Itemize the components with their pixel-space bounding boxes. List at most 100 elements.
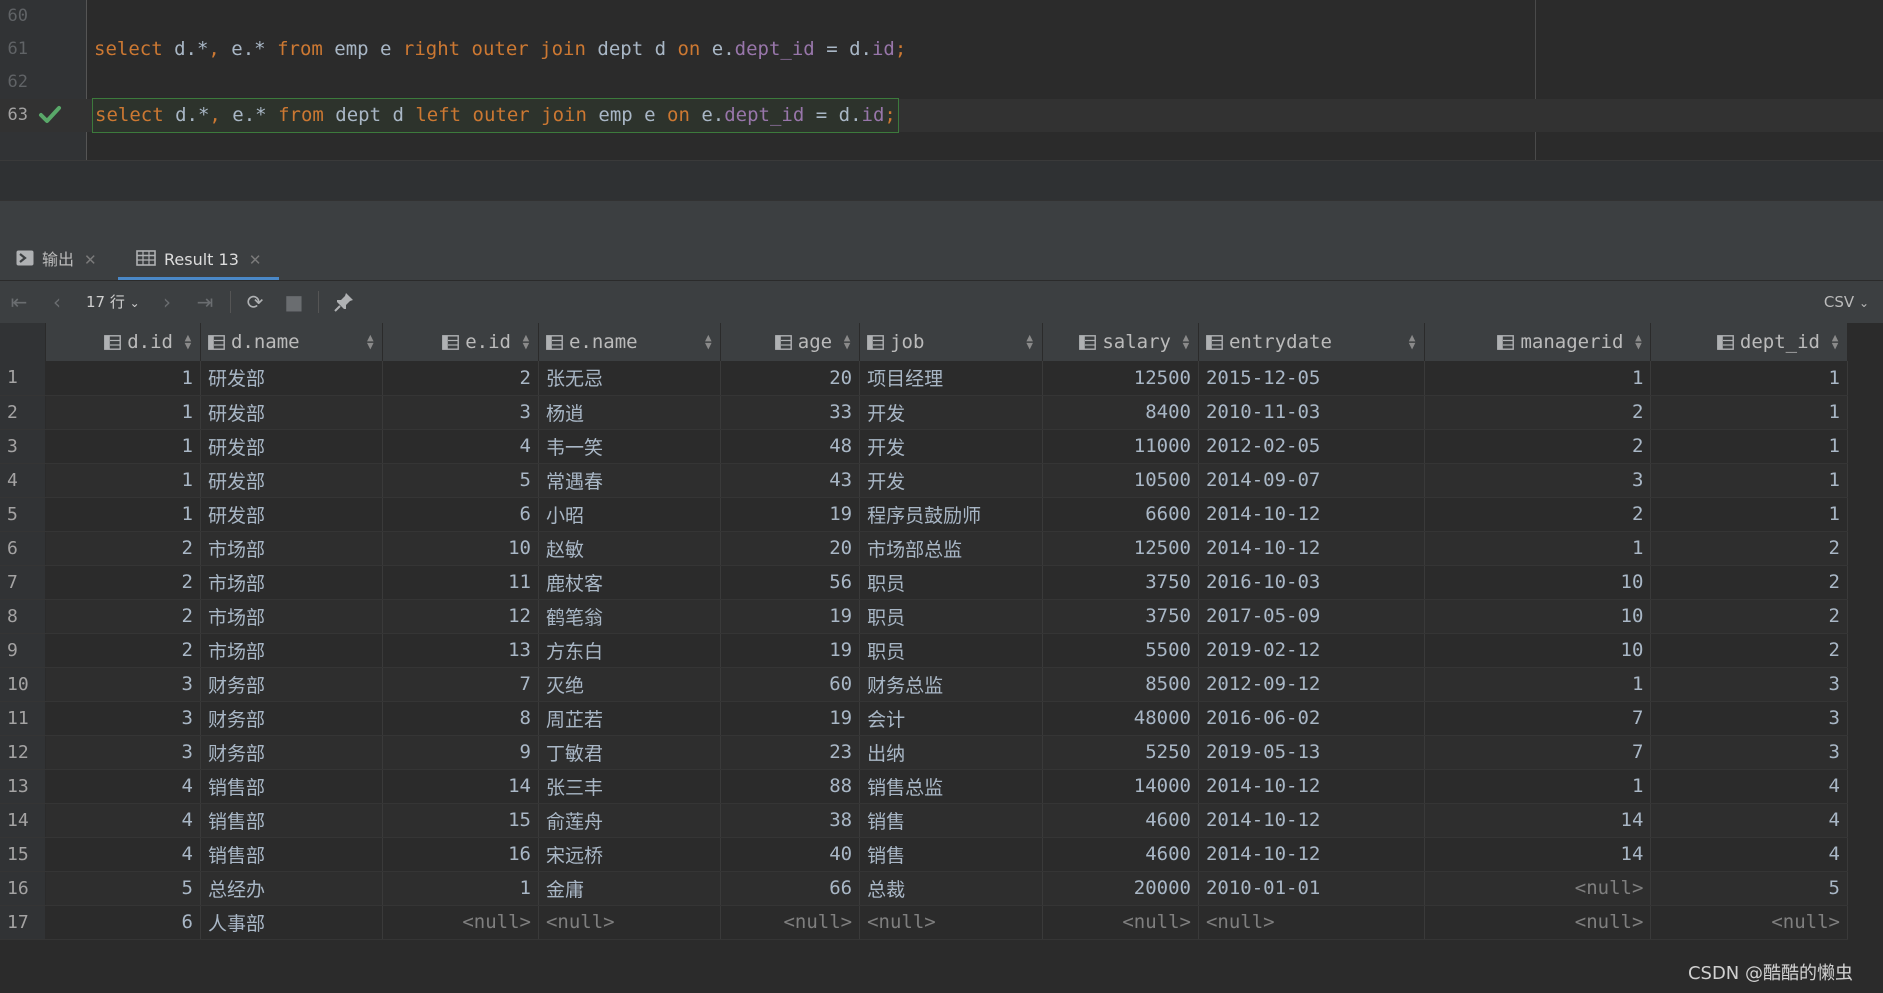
table-cell[interactable]: <null> [1650, 905, 1848, 940]
table-cell[interactable]: 财务总监 [859, 667, 1043, 702]
row-number[interactable]: 9 [0, 633, 47, 668]
table-row[interactable]: 11 3 财务部 8 周芷若 19 会计 48000 2016-06-02 7 3 [0, 701, 1848, 736]
table-cell[interactable]: 财务部 [200, 735, 384, 770]
table-cell[interactable]: 14 [1424, 837, 1652, 872]
table-cell[interactable]: 10 [1424, 633, 1652, 668]
column-header[interactable]: salary ▲ ▼ [1042, 323, 1199, 361]
table-cell[interactable]: 市场部总监 [859, 531, 1043, 566]
table-cell[interactable]: 23 [720, 735, 861, 770]
table-cell[interactable]: 赵敏 [538, 531, 722, 566]
sort-icon[interactable]: ▲ ▼ [1181, 332, 1191, 351]
table-cell[interactable]: 2014-10-12 [1198, 531, 1426, 566]
table-cell[interactable]: 1 [45, 429, 201, 464]
table-cell[interactable]: 8500 [1042, 667, 1199, 702]
last-page-icon[interactable]: ⇥ [194, 281, 216, 323]
table-cell[interactable]: 2015-12-05 [1198, 361, 1426, 396]
table-cell[interactable]: 灭绝 [538, 667, 722, 702]
table-cell[interactable]: 市场部 [200, 599, 384, 634]
table-cell[interactable]: 19 [720, 497, 861, 532]
table-cell[interactable]: 19 [720, 701, 861, 736]
table-cell[interactable]: 2019-05-13 [1198, 735, 1426, 770]
table-row[interactable]: 8 2 市场部 12 鹤笔翁 19 职员 3750 2017-05-09 10 2 [0, 599, 1848, 634]
table-cell[interactable]: 出纳 [859, 735, 1043, 770]
column-header[interactable]: job ▲ ▼ [859, 323, 1043, 361]
table-cell[interactable]: 2016-06-02 [1198, 701, 1426, 736]
table-cell[interactable]: 开发 [859, 463, 1043, 498]
column-header[interactable]: dept_id ▲ ▼ [1650, 323, 1848, 361]
sort-icon[interactable]: ▲ ▼ [1633, 332, 1643, 351]
table-cell[interactable]: 66 [720, 871, 861, 906]
table-cell[interactable]: 2 [1424, 395, 1652, 430]
table-cell[interactable]: 88 [720, 769, 861, 804]
table-cell[interactable]: <null> [538, 905, 722, 940]
column-header[interactable]: e.id ▲ ▼ [382, 323, 539, 361]
table-cell[interactable]: 市场部 [200, 531, 384, 566]
result-grid[interactable]: d.id ▲ ▼ d.name ▲ ▼ e.id ▲ ▼ e.name ▲ ▼ age ▲ ▼ job ▲ ▼ sa… [0, 323, 1848, 940]
table-cell[interactable]: 销售部 [200, 803, 384, 838]
table-cell[interactable]: 职员 [859, 633, 1043, 668]
table-cell[interactable]: <null> [859, 905, 1043, 940]
table-cell[interactable]: 10 [382, 531, 539, 566]
table-cell[interactable]: 14000 [1042, 769, 1199, 804]
table-cell[interactable]: 33 [720, 395, 861, 430]
table-cell[interactable]: 2 [1650, 633, 1848, 668]
table-cell[interactable]: 3 [1650, 735, 1848, 770]
table-cell[interactable]: 俞莲舟 [538, 803, 722, 838]
sort-icon[interactable]: ▲ ▼ [365, 332, 375, 351]
table-cell[interactable]: 财务部 [200, 701, 384, 736]
table-cell[interactable]: 4 [45, 803, 201, 838]
result-table[interactable]: d.id ▲ ▼ d.name ▲ ▼ e.id ▲ ▼ e.name ▲ ▼ age ▲ ▼ job ▲ ▼ sa… [0, 323, 1848, 940]
table-cell[interactable]: 10500 [1042, 463, 1199, 498]
table-cell[interactable]: 7 [1424, 701, 1652, 736]
table-cell[interactable]: 1 [1650, 429, 1848, 464]
table-row[interactable]: 1 1 研发部 2 张无忌 20 项目经理 12500 2015-12-05 1 1 [0, 361, 1848, 396]
table-row[interactable]: 5 1 研发部 6 小昭 19 程序员鼓励师 6600 2014-10-12 2 1 [0, 497, 1848, 532]
table-cell[interactable]: 5500 [1042, 633, 1199, 668]
table-row[interactable]: 15 4 销售部 16 宋远桥 40 销售 4600 2014-10-12 14 4 [0, 837, 1848, 872]
table-cell[interactable]: 5 [1650, 871, 1848, 906]
table-cell[interactable]: 2019-02-12 [1198, 633, 1426, 668]
table-cell[interactable]: 2 [1424, 497, 1652, 532]
close-icon[interactable]: ✕ [249, 251, 262, 269]
table-cell[interactable]: 6 [45, 905, 201, 940]
table-cell[interactable]: 20 [720, 531, 861, 566]
table-cell[interactable]: 研发部 [200, 361, 384, 396]
table-cell[interactable]: 会计 [859, 701, 1043, 736]
row-number[interactable]: 17 [0, 905, 47, 940]
table-cell[interactable]: 研发部 [200, 395, 384, 430]
table-cell[interactable]: 48 [720, 429, 861, 464]
sort-icon[interactable]: ▲ ▼ [1025, 332, 1035, 351]
row-number[interactable]: 4 [0, 463, 47, 498]
table-cell[interactable]: 9 [382, 735, 539, 770]
table-cell[interactable]: 4 [45, 769, 201, 804]
table-cell[interactable]: 2 [45, 633, 201, 668]
table-row[interactable]: 4 1 研发部 5 常遇春 43 开发 10500 2014-09-07 3 1 [0, 463, 1848, 498]
row-number[interactable]: 8 [0, 599, 47, 634]
table-cell[interactable]: 38 [720, 803, 861, 838]
table-cell[interactable]: 13 [382, 633, 539, 668]
table-cell[interactable]: 8400 [1042, 395, 1199, 430]
table-cell[interactable]: 2 [1650, 565, 1848, 600]
table-cell[interactable]: 1 [1424, 667, 1652, 702]
table-cell[interactable]: 金庸 [538, 871, 722, 906]
table-row[interactable]: 16 5 总经办 1 金庸 66 总裁 20000 2010-01-01 <null> 5 [0, 871, 1848, 906]
table-cell[interactable]: <null> [720, 905, 861, 940]
table-cell[interactable]: 2012-02-05 [1198, 429, 1426, 464]
stop-icon[interactable]: ■ [282, 281, 306, 323]
sql-statement[interactable]: select d.*, e.* from emp e right outer j… [94, 33, 906, 66]
table-cell[interactable]: 6600 [1042, 497, 1199, 532]
code-line[interactable]: 62 [0, 66, 1883, 99]
table-cell[interactable]: 2 [45, 599, 201, 634]
row-number[interactable]: 7 [0, 565, 47, 600]
table-cell[interactable]: 5 [45, 871, 201, 906]
table-cell[interactable]: 2 [382, 361, 539, 396]
table-cell[interactable]: 16 [382, 837, 539, 872]
row-number[interactable]: 3 [0, 429, 47, 464]
table-cell[interactable]: 3 [45, 735, 201, 770]
table-cell[interactable]: 48000 [1042, 701, 1199, 736]
row-number[interactable]: 15 [0, 837, 47, 872]
table-cell[interactable]: 张三丰 [538, 769, 722, 804]
table-cell[interactable]: 5250 [1042, 735, 1199, 770]
table-cell[interactable]: 2012-09-12 [1198, 667, 1426, 702]
table-cell[interactable]: 职员 [859, 565, 1043, 600]
